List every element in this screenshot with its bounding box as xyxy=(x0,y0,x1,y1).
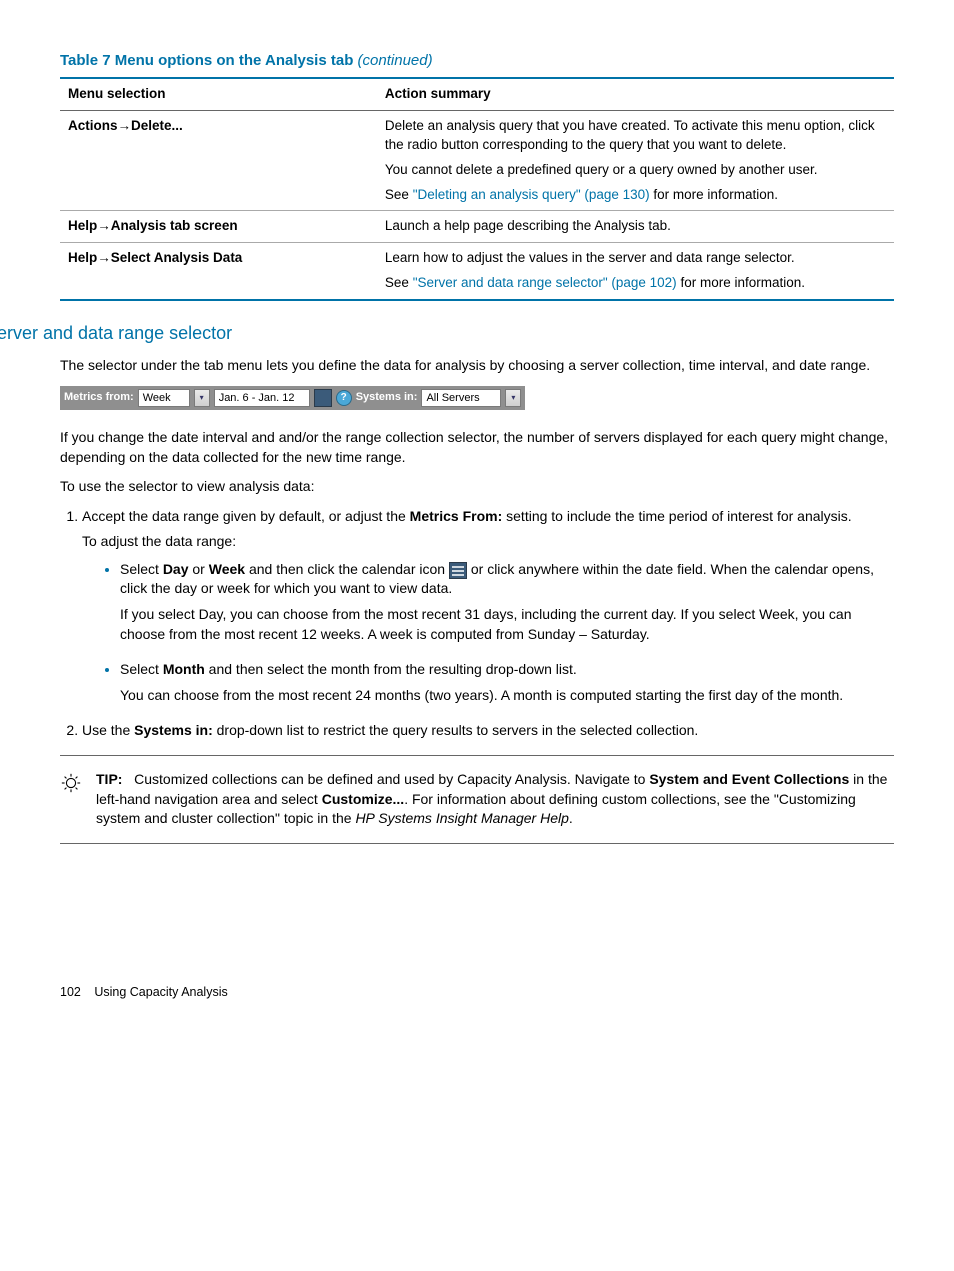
table-title: Table 7 Menu options on the Analysis tab… xyxy=(60,50,894,71)
body-paragraph: To adjust the data range: xyxy=(82,532,894,552)
action-summary-cell: Delete an analysis query that you have c… xyxy=(377,110,894,211)
table-row: Help→Analysis tab screen Launch a help p… xyxy=(60,211,894,243)
menu-selection-cell: Help→Select Analysis Data xyxy=(60,243,377,300)
summary-text: See "Server and data range selector" (pa… xyxy=(385,274,886,293)
tip-block: TIP: Customized collections can be defin… xyxy=(60,770,894,829)
body-paragraph: To use the selector to view analysis dat… xyxy=(60,477,894,497)
col-menu-selection: Menu selection xyxy=(60,78,377,110)
action-summary-cell: Learn how to adjust the values in the se… xyxy=(377,243,894,300)
interval-select[interactable]: Week xyxy=(138,389,190,407)
page-number: 102 xyxy=(60,985,81,999)
data-range-selector: Metrics from: Week Jan. 6 - Jan. 12 ? Sy… xyxy=(60,386,525,410)
systems-in-label: Systems in: xyxy=(356,390,418,405)
divider xyxy=(60,843,894,844)
summary-text: See "Deleting an analysis query" (page 1… xyxy=(385,186,886,205)
table-row: Actions→Delete... Delete an analysis que… xyxy=(60,110,894,211)
calendar-icon xyxy=(449,562,467,579)
steps-list: Accept the data range given by default, … xyxy=(60,507,894,741)
systems-select[interactable]: All Servers xyxy=(421,389,501,407)
summary-text: You cannot delete a predefined query or … xyxy=(385,161,886,180)
interval-dropdown-icon[interactable] xyxy=(194,389,210,407)
list-item: Accept the data range given by default, … xyxy=(82,507,894,706)
body-paragraph: If you select Day, you can choose from t… xyxy=(120,605,894,644)
summary-text: Delete an analysis query that you have c… xyxy=(385,117,886,155)
summary-text: Launch a help page describing the Analys… xyxy=(385,217,886,236)
page-footer: 102 Using Capacity Analysis xyxy=(60,984,894,1002)
table-row: Help→Select Analysis Data Learn how to a… xyxy=(60,243,894,300)
doc-link[interactable]: "Deleting an analysis query" (page 130) xyxy=(413,187,650,202)
table-title-main: Table 7 Menu options on the Analysis tab xyxy=(60,52,358,69)
help-icon[interactable]: ? xyxy=(336,390,352,406)
list-item: Select Month and then select the month f… xyxy=(120,660,894,705)
table-title-continued: (continued) xyxy=(358,52,433,69)
menu-selection-cell: Help→Analysis tab screen xyxy=(60,211,377,243)
intro-paragraph: The selector under the tab menu lets you… xyxy=(60,356,894,376)
divider xyxy=(60,755,894,756)
tip-text: TIP: Customized collections can be defin… xyxy=(96,770,894,829)
action-summary-cell: Launch a help page describing the Analys… xyxy=(377,211,894,243)
metrics-from-label: Metrics from: xyxy=(64,390,134,405)
tip-icon xyxy=(60,770,82,798)
col-action-summary: Action summary xyxy=(377,78,894,110)
list-item: Select Day or Week and then click the ca… xyxy=(120,560,894,644)
doc-link[interactable]: "Server and data range selector" (page 1… xyxy=(413,275,677,290)
systems-dropdown-icon[interactable] xyxy=(505,389,521,407)
body-paragraph: If you change the date interval and and/… xyxy=(60,428,894,467)
section-heading: Server and data range selector xyxy=(0,321,894,346)
date-range-field[interactable]: Jan. 6 - Jan. 12 xyxy=(214,389,310,407)
footer-label: Using Capacity Analysis xyxy=(94,985,227,999)
body-paragraph: You can choose from the most recent 24 m… xyxy=(120,686,894,706)
menu-selection-cell: Actions→Delete... xyxy=(60,110,377,211)
sub-list: Select Day or Week and then click the ca… xyxy=(82,560,894,706)
menu-options-table: Menu selection Action summary Actions→De… xyxy=(60,77,894,301)
calendar-icon[interactable] xyxy=(314,389,332,407)
summary-text: Learn how to adjust the values in the se… xyxy=(385,249,886,268)
list-item: Use the Systems in: drop-down list to re… xyxy=(82,721,894,741)
